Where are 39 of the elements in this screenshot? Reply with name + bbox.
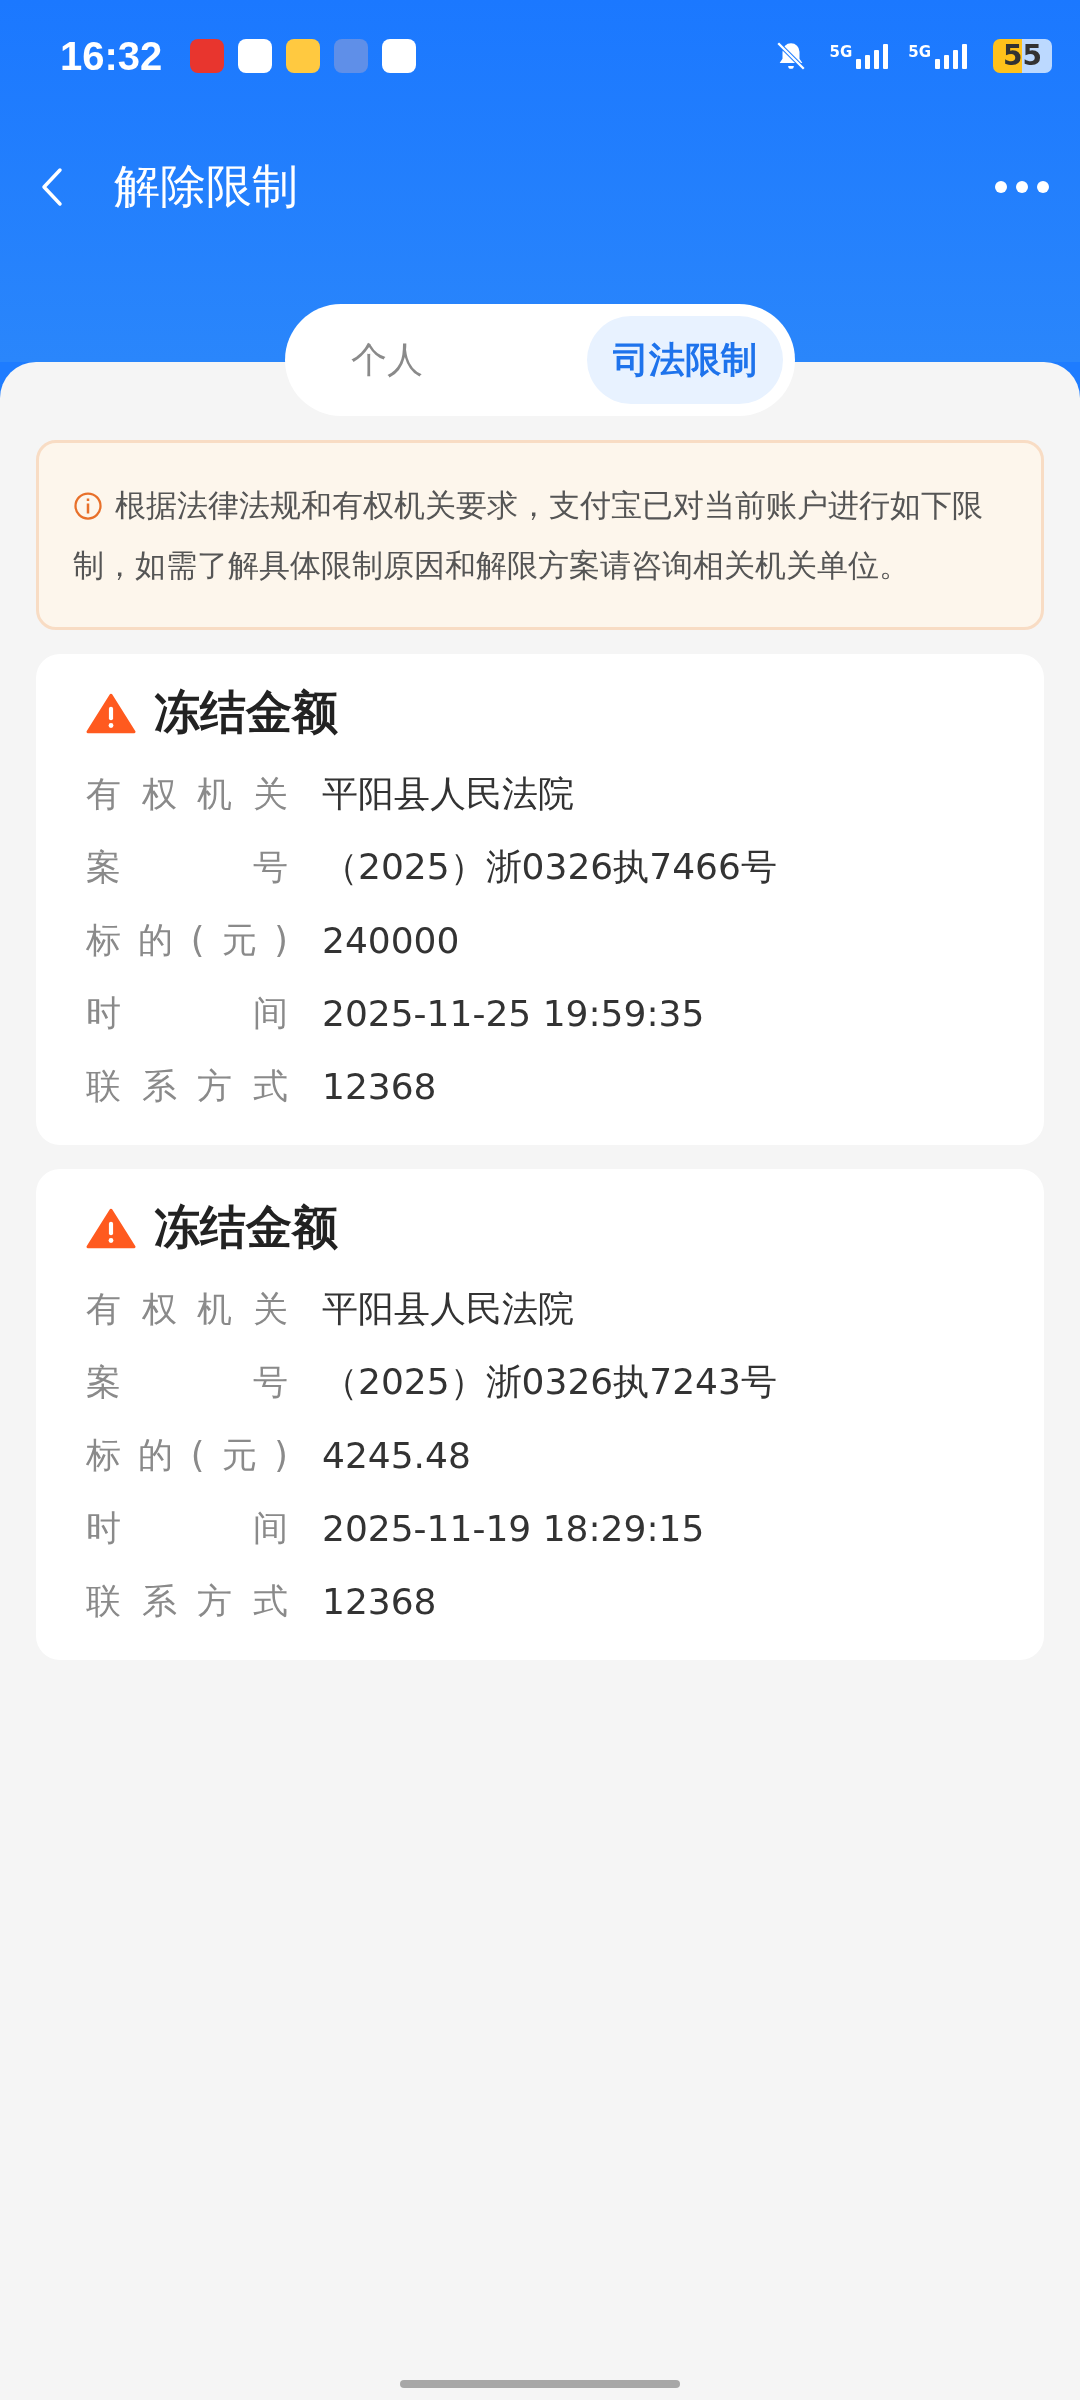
field-value: 4245.48: [322, 1435, 471, 1476]
field-value: 12368: [322, 1066, 437, 1107]
field-value: 平阳县人民法院: [322, 772, 574, 816]
field-label: 标的(元): [86, 919, 288, 962]
tab[interactable]: 司法限制: [587, 316, 783, 404]
field-label: 时间: [86, 992, 288, 1035]
field-label: 联系方式: [86, 1065, 288, 1108]
field-label: 有权机关: [86, 1288, 288, 1331]
field-label: 标的(元): [86, 1434, 288, 1477]
field-label: 联系方式: [86, 1580, 288, 1623]
app-icon: [190, 39, 225, 73]
field-value: 240000: [322, 920, 460, 961]
network-label: 5G: [908, 43, 932, 61]
network-label: 5G: [829, 43, 853, 61]
back-icon[interactable]: [40, 167, 64, 207]
warning-icon: [86, 692, 136, 734]
warning-icon: [86, 1207, 136, 1249]
field-label: 时间: [86, 1507, 288, 1550]
card-title: 冻结金额: [154, 684, 338, 741]
tab[interactable]: 个人: [325, 316, 449, 404]
field-value: 2025-11-25 19:59:35: [322, 993, 705, 1034]
app-icon: [382, 39, 417, 73]
field-value: 平阳县人民法院: [322, 1287, 574, 1331]
status-time: 16:32: [60, 33, 163, 79]
card-title: 冻结金额: [154, 1199, 338, 1256]
field-label: 案号: [86, 846, 288, 889]
app-icon: [334, 39, 369, 73]
field-value: （2025）浙0326执7466号: [322, 845, 777, 889]
notice-text: 根据法律法规和有权机关要求，支付宝已对当前账户进行如下限制，如需了解具体限制原因和解限方案请咨询相关机关单位。: [73, 486, 984, 585]
info-icon: [73, 491, 103, 521]
field-value: 12368: [322, 1581, 437, 1622]
field-value: 2025-11-19 18:29:15: [322, 1508, 705, 1549]
page-title: 解除限制: [114, 158, 298, 215]
more-icon[interactable]: [994, 180, 1050, 194]
field-label: 有权机关: [86, 773, 288, 816]
field-value: （2025）浙0326执7243号: [322, 1360, 777, 1404]
app-icon: [238, 39, 273, 73]
field-label: 案号: [86, 1361, 288, 1404]
app-icon: [286, 39, 321, 73]
